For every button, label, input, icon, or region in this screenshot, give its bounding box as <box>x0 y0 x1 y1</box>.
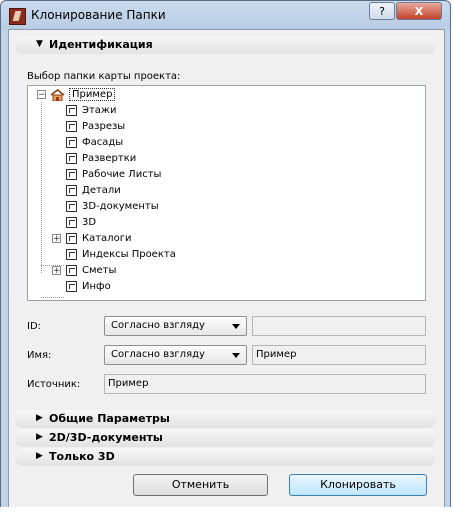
elevations-icon <box>66 137 77 148</box>
source-label: Источник: <box>27 379 81 390</box>
section-2d3d-documents[interactable]: ▶ 2D/3D-документы <box>15 429 436 447</box>
project-map-tree[interactable]: − Пример Этажи Разрезы Фасады Развертки … <box>27 85 426 301</box>
tree-item-label: Сметы <box>82 265 117 276</box>
tree-item-label: Разрезы <box>82 121 126 132</box>
interior-elevations-icon <box>66 153 77 164</box>
section-docs-label: 2D/3D-документы <box>49 431 163 444</box>
3d-documents-icon <box>66 201 77 212</box>
tree-item-3d-documents[interactable]: 3D-документы <box>66 199 159 214</box>
expand-triangle-icon: ▶ <box>36 413 43 423</box>
id-mode-value: Согласно взгляду <box>111 320 205 331</box>
tree-guide-line <box>41 297 64 298</box>
section-general-parameters[interactable]: ▶ Общие Параметры <box>15 410 436 428</box>
id-field <box>252 316 426 336</box>
tree-item-label: Детали <box>82 185 121 196</box>
section-identification-label: Идентификация <box>49 38 153 51</box>
tree-item-lists[interactable]: Сметы <box>66 263 116 278</box>
project-indexes-icon <box>66 249 77 260</box>
desktop-background <box>0 507 453 516</box>
tree-item-label: 3D-документы <box>82 201 159 212</box>
tree-item-sections[interactable]: Разрезы <box>66 119 125 134</box>
name-mode-value: Согласно взгляду <box>111 349 205 360</box>
tree-item-schedules[interactable]: Каталоги <box>66 231 131 246</box>
help-button[interactable]: ? <box>369 2 395 20</box>
tree-item-elevations[interactable]: Фасады <box>66 135 123 150</box>
name-value: Пример <box>256 349 297 360</box>
dropdown-arrow-icon <box>232 353 240 358</box>
3d-icon <box>66 217 77 228</box>
section-only3d-label: Только 3D <box>49 450 115 463</box>
tree-collapse-root[interactable]: − <box>37 90 46 100</box>
info-icon <box>66 281 77 292</box>
details-icon <box>66 185 77 196</box>
dialog-window: Клонирование Папки ? X ▼ Идентификация В… <box>0 0 451 514</box>
tree-item-label: Этажи <box>82 105 117 116</box>
tree-expand-schedules[interactable]: + <box>52 234 61 244</box>
source-field: Пример <box>104 374 426 394</box>
expand-triangle-icon: ▶ <box>36 451 43 461</box>
tree-item-label: Инфо <box>82 281 111 292</box>
tree-item-details[interactable]: Детали <box>66 183 121 198</box>
name-mode-dropdown[interactable]: Согласно взгляду <box>104 345 247 365</box>
worksheets-icon <box>66 169 77 180</box>
section-identification[interactable]: ▼ Идентификация <box>15 36 436 54</box>
section-only-3d[interactable]: ▶ Только 3D <box>15 448 436 466</box>
sections-icon <box>66 121 77 132</box>
tree-expand-lists[interactable]: + <box>52 266 61 276</box>
archicad-app-icon <box>9 8 26 25</box>
tree-guide-line <box>41 102 42 273</box>
tree-item-project-indexes[interactable]: Индексы Проекта <box>66 247 176 262</box>
stories-icon <box>66 105 77 116</box>
name-field: Пример <box>252 345 426 365</box>
window-title: Клонирование Папки <box>31 8 166 22</box>
tree-item-stories[interactable]: Этажи <box>66 103 116 118</box>
tree-item-info[interactable]: Инфо <box>66 279 111 294</box>
tree-item-interior-elevations[interactable]: Развертки <box>66 151 136 166</box>
tree-item-worksheets[interactable]: Рабочие Листы <box>66 167 161 182</box>
lists-icon <box>66 265 77 276</box>
collapse-triangle-icon: ▼ <box>36 39 43 49</box>
dialog-client-area: ▼ Идентификация Выбор папки карты проект… <box>8 29 445 508</box>
clone-button[interactable]: Клонировать <box>289 474 427 496</box>
tree-item-label: 3D <box>82 217 97 228</box>
tree-item-label: Рабочие Листы <box>82 169 162 180</box>
tree-item-label: Индексы Проекта <box>82 249 176 260</box>
dropdown-arrow-icon <box>232 324 240 329</box>
tree-item-label: Фасады <box>82 137 124 148</box>
tree-item-label: Каталоги <box>82 233 132 244</box>
tree-item-label: Развертки <box>82 153 137 164</box>
expand-triangle-icon: ▶ <box>36 432 43 442</box>
tree-root-row[interactable]: Пример <box>50 87 116 102</box>
cancel-button[interactable]: Отменить <box>133 474 268 496</box>
schedules-icon <box>66 233 77 244</box>
name-label: Имя: <box>27 350 52 361</box>
id-label: ID: <box>27 321 42 332</box>
section-general-label: Общие Параметры <box>49 412 170 425</box>
folder-select-label: Выбор папки карты проекта: <box>27 71 181 82</box>
house-icon <box>50 88 65 101</box>
tree-root-label: Пример <box>69 88 116 101</box>
tree-item-3d[interactable]: 3D <box>66 215 96 230</box>
close-button[interactable]: X <box>396 2 442 20</box>
source-value: Пример <box>108 378 149 389</box>
id-mode-dropdown[interactable]: Согласно взгляду <box>104 316 247 336</box>
title-bar[interactable]: Клонирование Папки ? X <box>1 1 450 29</box>
